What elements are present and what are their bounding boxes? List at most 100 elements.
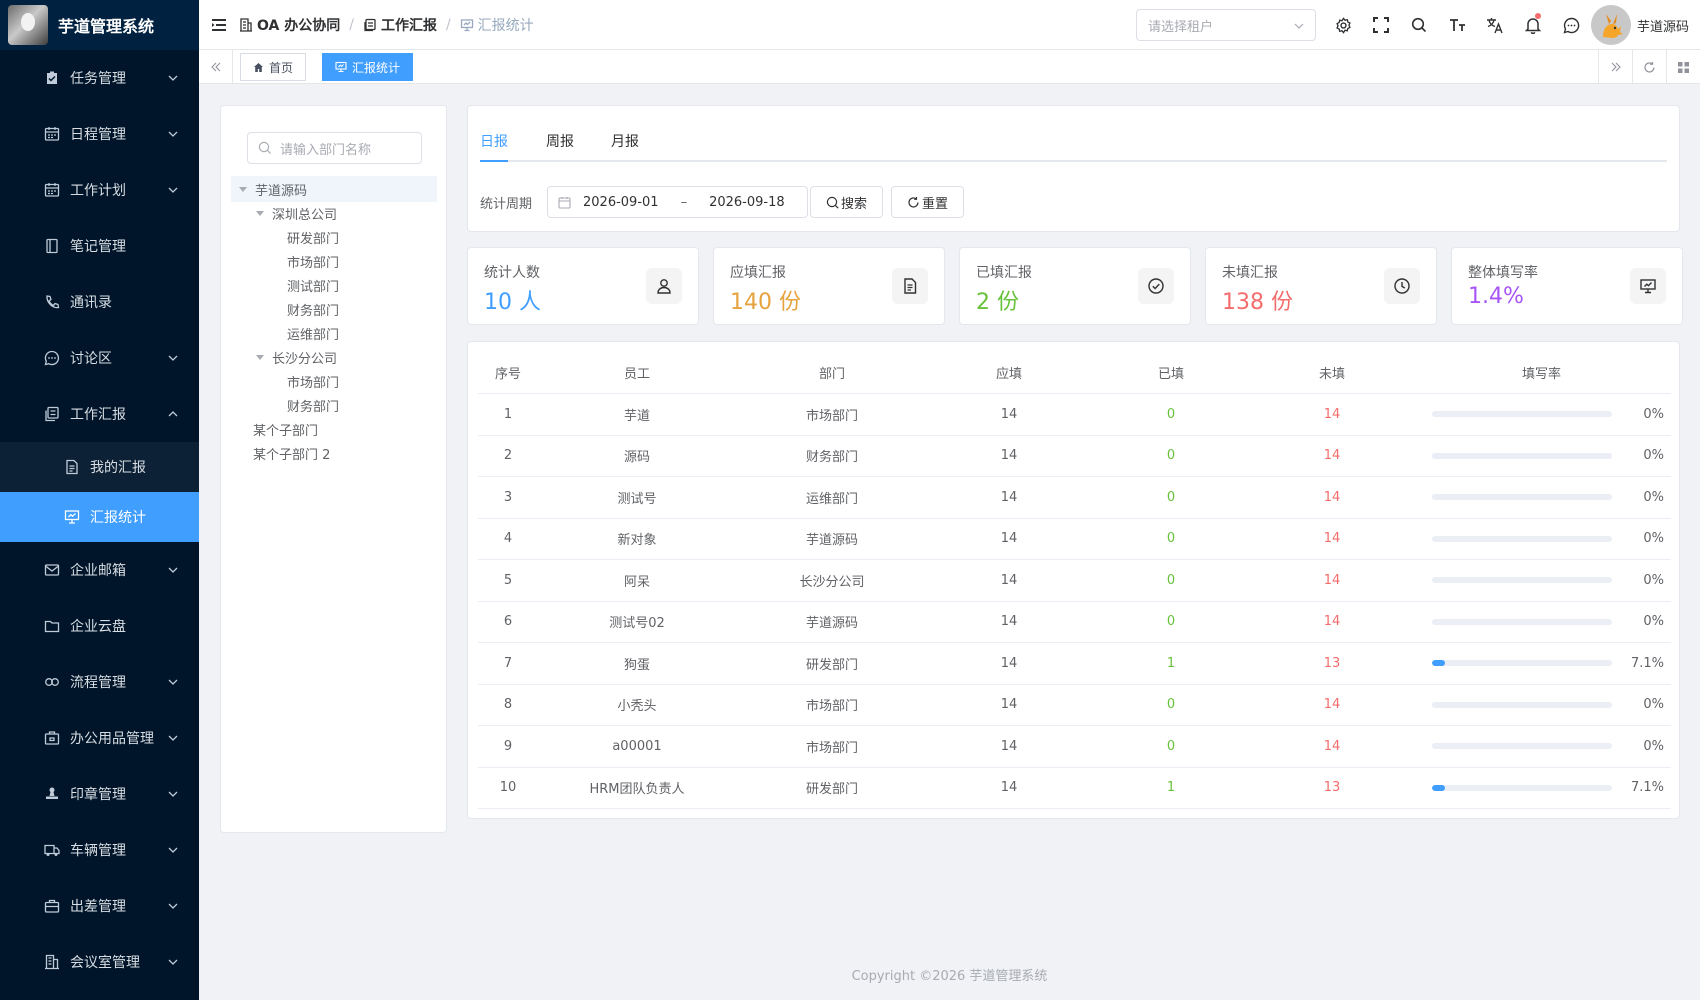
tab-weekly[interactable]: 周报 bbox=[546, 131, 574, 151]
notification-bell-icon[interactable] bbox=[1514, 0, 1552, 50]
breadcrumb-item[interactable]: 工作汇报 bbox=[363, 15, 437, 35]
sidebar-item[interactable]: 出差管理 bbox=[0, 878, 199, 934]
cell-no: 10 bbox=[499, 780, 517, 796]
dept-search-input[interactable]: 请输入部门名称 bbox=[247, 132, 422, 164]
tree-node[interactable]: 运维部门 bbox=[231, 320, 437, 346]
chevron-down-icon bbox=[168, 959, 178, 965]
font-size-icon[interactable] bbox=[1438, 0, 1476, 50]
start-date[interactable]: 2026-09-01 bbox=[583, 195, 659, 210]
tree-node[interactable]: 某个子部门 bbox=[231, 416, 437, 442]
sidebar-item-label: 我的汇报 bbox=[90, 460, 146, 476]
tree-node[interactable]: 测试部门 bbox=[231, 272, 437, 298]
tab-monthly[interactable]: 月报 bbox=[611, 131, 639, 151]
sidebar-item[interactable]: 企业邮箱 bbox=[0, 542, 199, 598]
fullscreen-icon[interactable] bbox=[1362, 0, 1400, 50]
tags-scroll-right-icon[interactable] bbox=[1598, 50, 1632, 84]
sidebar-item[interactable]: 办公用品管理 bbox=[0, 710, 199, 766]
stat-label: 统计人数 bbox=[484, 265, 540, 281]
tree-node[interactable]: 长沙分公司 bbox=[231, 344, 437, 370]
tab-daily[interactable]: 日报 bbox=[480, 131, 508, 151]
tags-scroll-left-icon[interactable] bbox=[199, 50, 233, 84]
cell-dept: 市场部门 bbox=[805, 408, 858, 424]
tree-node-label: 长沙分公司 bbox=[272, 351, 338, 367]
end-date[interactable]: 2026-09-18 bbox=[709, 195, 785, 210]
stat-value: 10 人 bbox=[484, 290, 541, 315]
sidebar-item[interactable]: 流程管理 bbox=[0, 654, 199, 710]
cell-dept: 研发部门 bbox=[805, 657, 858, 673]
user-menu[interactable]: 芋道源码 bbox=[1591, 5, 1689, 45]
cell-todo: 14 bbox=[1323, 448, 1341, 464]
caret-down-icon[interactable] bbox=[239, 186, 247, 192]
task-icon bbox=[44, 70, 60, 86]
breadcrumb-separator: / bbox=[445, 16, 451, 33]
sidebar-item[interactable]: 工作计划 bbox=[0, 162, 199, 218]
refresh-icon[interactable] bbox=[1632, 50, 1666, 84]
cell-due: 14 bbox=[1000, 738, 1018, 754]
sidebar-item[interactable]: 会议室管理 bbox=[0, 934, 199, 990]
tree-node[interactable]: 财务部门 bbox=[231, 296, 437, 322]
sidebar-item[interactable]: 任务管理 bbox=[0, 50, 199, 106]
logo[interactable]: 芋道管理系统 bbox=[0, 0, 199, 50]
sidebar-item[interactable]: 讨论区 bbox=[0, 330, 199, 386]
cell-todo: 14 bbox=[1323, 531, 1341, 547]
sidebar-item[interactable]: 通讯录 bbox=[0, 274, 199, 330]
mail-icon bbox=[44, 562, 60, 578]
sidebar-item[interactable]: 日程管理 bbox=[0, 106, 199, 162]
table-row: 8 小秃头 市场部门 14 0 14 0% bbox=[478, 685, 1671, 726]
tree-node-label: 财务部门 bbox=[287, 399, 340, 415]
sidebar-item[interactable]: 车辆管理 bbox=[0, 822, 199, 878]
breadcrumb-item[interactable]: OA 办公协同 bbox=[239, 15, 340, 35]
table-row: 6 测试号02 芋道源码 14 0 14 0% bbox=[478, 602, 1671, 643]
cell-employee: 测试号 bbox=[617, 491, 657, 507]
presentation-icon bbox=[335, 61, 347, 73]
tree-node[interactable]: 市场部门 bbox=[231, 368, 437, 394]
sidebar-item[interactable]: 笔记管理 bbox=[0, 218, 199, 274]
sidebar-item[interactable]: 企业云盘 bbox=[0, 598, 199, 654]
sidebar-item[interactable]: 印章管理 bbox=[0, 766, 199, 822]
active-tab-indicator bbox=[480, 160, 508, 162]
caret-down-icon[interactable] bbox=[256, 354, 264, 360]
cell-employee: HRM团队负责人 bbox=[589, 782, 685, 798]
username: 芋道源码 bbox=[1637, 19, 1690, 35]
dept-search-placeholder: 请输入部门名称 bbox=[280, 142, 372, 158]
briefcase-icon bbox=[44, 898, 60, 914]
search-button[interactable]: 搜索 bbox=[810, 186, 884, 218]
tenant-select[interactable]: 请选择租户 bbox=[1136, 9, 1316, 41]
sidebar-item[interactable]: 我的汇报 bbox=[0, 442, 199, 492]
tree-node[interactable]: 芋道源码 bbox=[231, 176, 437, 202]
cell-done: 0 bbox=[1166, 531, 1176, 547]
menu-toggle-icon[interactable] bbox=[199, 0, 239, 50]
tree-node-label: 深圳总公司 bbox=[272, 207, 338, 223]
sidebar-item-label: 流程管理 bbox=[70, 675, 126, 691]
date-range-picker[interactable]: 2026-09-01 – 2026-09-18 bbox=[547, 186, 808, 218]
sidebar-item[interactable]: 汇报统计 bbox=[0, 492, 199, 542]
cell-employee: 新对象 bbox=[617, 533, 657, 549]
tree-node[interactable]: 财务部门 bbox=[231, 392, 437, 418]
tree-node[interactable]: 某个子部门 2 bbox=[231, 440, 437, 466]
translate-icon[interactable] bbox=[1476, 0, 1514, 50]
reset-button[interactable]: 重置 bbox=[891, 186, 965, 218]
sidebar-item-label: 笔记管理 bbox=[70, 239, 126, 255]
settings-gear-icon[interactable] bbox=[1324, 0, 1362, 50]
tree-node[interactable]: 市场部门 bbox=[231, 248, 437, 274]
range-separator: – bbox=[680, 194, 688, 210]
sidebar: 芋道管理系统 任务管理 日程管理 工作计划 笔记管理 通讯录 讨论区 工作汇报 … bbox=[0, 0, 199, 1000]
sidebar-item[interactable]: 工作汇报 bbox=[0, 386, 199, 442]
cell-dept: 芋道源码 bbox=[805, 616, 858, 632]
col-no: 序号 bbox=[494, 367, 521, 382]
message-icon[interactable] bbox=[1552, 0, 1590, 50]
caret-down-icon[interactable] bbox=[256, 210, 264, 216]
app-title: 芋道管理系统 bbox=[58, 17, 155, 36]
building-icon bbox=[240, 17, 252, 32]
tag-report-stats[interactable]: 汇报统计 bbox=[322, 53, 414, 81]
tag-home[interactable]: 首页 bbox=[240, 53, 307, 81]
table-row: 2 源码 财务部门 14 0 14 0% bbox=[478, 436, 1671, 477]
grid-menu-icon[interactable] bbox=[1666, 50, 1700, 84]
search-icon[interactable] bbox=[1400, 0, 1438, 50]
tree-node[interactable]: 深圳总公司 bbox=[231, 200, 437, 226]
tree-node-label: 财务部门 bbox=[287, 303, 340, 319]
cell-done: 0 bbox=[1166, 614, 1176, 630]
cell-rate: 7.1% bbox=[1412, 656, 1671, 671]
rate-text: 7.1% bbox=[1630, 655, 1664, 671]
tree-node[interactable]: 研发部门 bbox=[231, 224, 437, 250]
